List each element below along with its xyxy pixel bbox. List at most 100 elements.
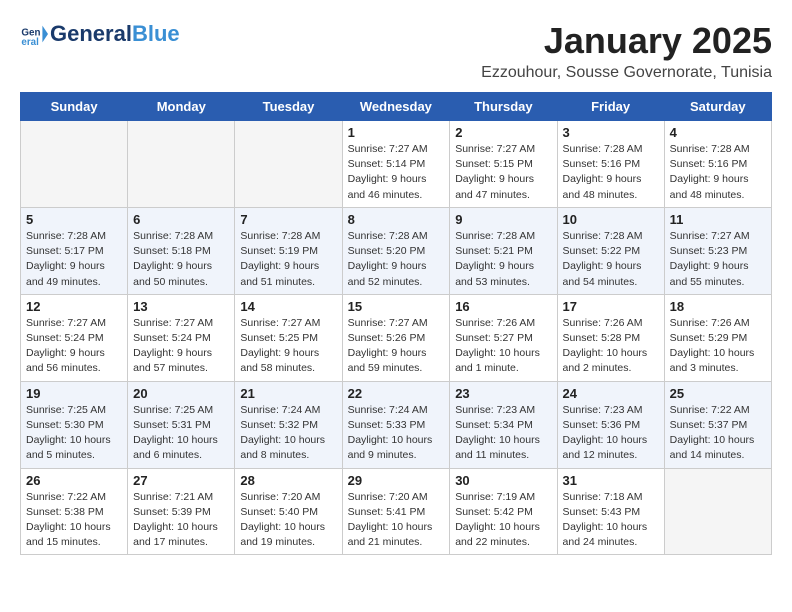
calendar-day-cell <box>664 468 771 555</box>
calendar-day-cell: 1 Sunrise: 7:27 AM Sunset: 5:14 PM Daylig… <box>342 121 450 208</box>
day-number: 17 <box>563 299 659 314</box>
day-sun-info: Sunrise: 7:23 AM Sunset: 5:34 PM Dayligh… <box>455 403 551 464</box>
day-number: 18 <box>670 299 766 314</box>
day-of-week-header: Friday <box>557 93 664 121</box>
calendar-day-cell: 4 Sunrise: 7:28 AM Sunset: 5:16 PM Daylig… <box>664 121 771 208</box>
day-sun-info: Sunrise: 7:28 AM Sunset: 5:22 PM Dayligh… <box>563 229 659 290</box>
day-number: 10 <box>563 212 659 227</box>
logo-blue-text: Blue <box>132 21 180 46</box>
day-sun-info: Sunrise: 7:22 AM Sunset: 5:37 PM Dayligh… <box>670 403 766 464</box>
day-sun-info: Sunrise: 7:26 AM Sunset: 5:29 PM Dayligh… <box>670 316 766 377</box>
calendar-week-row: 5 Sunrise: 7:28 AM Sunset: 5:17 PM Daylig… <box>21 207 772 294</box>
day-number: 23 <box>455 386 551 401</box>
logo-icon: Gen eral <box>20 20 48 48</box>
logo: Gen eral GeneralBlue <box>20 20 180 48</box>
day-sun-info: Sunrise: 7:28 AM Sunset: 5:16 PM Dayligh… <box>563 142 659 203</box>
day-number: 22 <box>348 386 445 401</box>
svg-text:eral: eral <box>21 37 39 48</box>
day-sun-info: Sunrise: 7:18 AM Sunset: 5:43 PM Dayligh… <box>563 490 659 551</box>
day-sun-info: Sunrise: 7:27 AM Sunset: 5:25 PM Dayligh… <box>240 316 336 377</box>
day-sun-info: Sunrise: 7:19 AM Sunset: 5:42 PM Dayligh… <box>455 490 551 551</box>
day-sun-info: Sunrise: 7:28 AM Sunset: 5:19 PM Dayligh… <box>240 229 336 290</box>
day-of-week-header: Wednesday <box>342 93 450 121</box>
day-number: 13 <box>133 299 229 314</box>
day-sun-info: Sunrise: 7:23 AM Sunset: 5:36 PM Dayligh… <box>563 403 659 464</box>
day-number: 14 <box>240 299 336 314</box>
day-sun-info: Sunrise: 7:22 AM Sunset: 5:38 PM Dayligh… <box>26 490 122 551</box>
day-number: 15 <box>348 299 445 314</box>
day-number: 6 <box>133 212 229 227</box>
day-sun-info: Sunrise: 7:28 AM Sunset: 5:21 PM Dayligh… <box>455 229 551 290</box>
day-number: 11 <box>670 212 766 227</box>
calendar-table: SundayMondayTuesdayWednesdayThursdayFrid… <box>20 92 772 555</box>
calendar-day-cell: 7 Sunrise: 7:28 AM Sunset: 5:19 PM Daylig… <box>235 207 342 294</box>
calendar-day-cell: 24 Sunrise: 7:23 AM Sunset: 5:36 PM Dayli… <box>557 381 664 468</box>
day-sun-info: Sunrise: 7:20 AM Sunset: 5:40 PM Dayligh… <box>240 490 336 551</box>
day-sun-info: Sunrise: 7:26 AM Sunset: 5:28 PM Dayligh… <box>563 316 659 377</box>
day-sun-info: Sunrise: 7:28 AM Sunset: 5:17 PM Dayligh… <box>26 229 122 290</box>
day-number: 3 <box>563 125 659 140</box>
day-sun-info: Sunrise: 7:27 AM Sunset: 5:24 PM Dayligh… <box>26 316 122 377</box>
calendar-day-cell: 27 Sunrise: 7:21 AM Sunset: 5:39 PM Dayli… <box>128 468 235 555</box>
calendar-day-cell: 21 Sunrise: 7:24 AM Sunset: 5:32 PM Dayli… <box>235 381 342 468</box>
calendar-day-cell <box>21 121 128 208</box>
day-sun-info: Sunrise: 7:28 AM Sunset: 5:16 PM Dayligh… <box>670 142 766 203</box>
day-sun-info: Sunrise: 7:27 AM Sunset: 5:14 PM Dayligh… <box>348 142 445 203</box>
day-sun-info: Sunrise: 7:26 AM Sunset: 5:27 PM Dayligh… <box>455 316 551 377</box>
calendar-day-cell: 14 Sunrise: 7:27 AM Sunset: 5:25 PM Dayli… <box>235 294 342 381</box>
day-number: 2 <box>455 125 551 140</box>
calendar-day-cell: 10 Sunrise: 7:28 AM Sunset: 5:22 PM Dayli… <box>557 207 664 294</box>
day-number: 16 <box>455 299 551 314</box>
day-sun-info: Sunrise: 7:24 AM Sunset: 5:32 PM Dayligh… <box>240 403 336 464</box>
day-number: 26 <box>26 473 122 488</box>
calendar-day-cell: 3 Sunrise: 7:28 AM Sunset: 5:16 PM Daylig… <box>557 121 664 208</box>
calendar-day-cell: 28Sunrise: 7:20 AM Sunset: 5:40 PM Dayli… <box>235 468 342 555</box>
day-number: 25 <box>670 386 766 401</box>
calendar-day-cell: 30Sunrise: 7:19 AM Sunset: 5:42 PM Dayli… <box>450 468 557 555</box>
calendar-day-cell: 31 Sunrise: 7:18 AM Sunset: 5:43 PM Dayli… <box>557 468 664 555</box>
location-subtitle: Ezzouhour, Sousse Governorate, Tunisia <box>481 64 772 82</box>
calendar-day-cell: 26 Sunrise: 7:22 AM Sunset: 5:38 PM Dayli… <box>21 468 128 555</box>
day-sun-info: Sunrise: 7:21 AM Sunset: 5:39 PM Dayligh… <box>133 490 229 551</box>
title-block: January 2025 Ezzouhour, Sousse Governora… <box>481 20 772 82</box>
day-sun-info: Sunrise: 7:25 AM Sunset: 5:30 PM Dayligh… <box>26 403 122 464</box>
calendar-day-cell: 9 Sunrise: 7:28 AM Sunset: 5:21 PM Daylig… <box>450 207 557 294</box>
calendar-day-cell: 25 Sunrise: 7:22 AM Sunset: 5:37 PM Dayli… <box>664 381 771 468</box>
calendar-day-cell: 5 Sunrise: 7:28 AM Sunset: 5:17 PM Daylig… <box>21 207 128 294</box>
calendar-day-cell: 19Sunrise: 7:25 AM Sunset: 5:30 PM Dayli… <box>21 381 128 468</box>
day-number: 20 <box>133 386 229 401</box>
day-sun-info: Sunrise: 7:27 AM Sunset: 5:23 PM Dayligh… <box>670 229 766 290</box>
calendar-day-cell: 8 Sunrise: 7:28 AM Sunset: 5:20 PM Daylig… <box>342 207 450 294</box>
calendar-day-cell: 12 Sunrise: 7:27 AM Sunset: 5:24 PM Dayli… <box>21 294 128 381</box>
calendar-day-cell: 2 Sunrise: 7:27 AM Sunset: 5:15 PM Daylig… <box>450 121 557 208</box>
day-number: 27 <box>133 473 229 488</box>
calendar-day-cell: 6 Sunrise: 7:28 AM Sunset: 5:18 PM Daylig… <box>128 207 235 294</box>
day-sun-info: Sunrise: 7:28 AM Sunset: 5:20 PM Dayligh… <box>348 229 445 290</box>
day-of-week-header: Sunday <box>21 93 128 121</box>
day-number: 21 <box>240 386 336 401</box>
day-number: 4 <box>670 125 766 140</box>
day-of-week-header: Thursday <box>450 93 557 121</box>
day-number: 12 <box>26 299 122 314</box>
calendar-day-cell: 23 Sunrise: 7:23 AM Sunset: 5:34 PM Dayli… <box>450 381 557 468</box>
calendar-day-cell <box>128 121 235 208</box>
calendar-day-cell: 11 Sunrise: 7:27 AM Sunset: 5:23 PM Dayli… <box>664 207 771 294</box>
day-number: 1 <box>348 125 445 140</box>
calendar-day-cell: 22Sunrise: 7:24 AM Sunset: 5:33 PM Dayli… <box>342 381 450 468</box>
day-number: 9 <box>455 212 551 227</box>
day-number: 7 <box>240 212 336 227</box>
day-sun-info: Sunrise: 7:27 AM Sunset: 5:26 PM Dayligh… <box>348 316 445 377</box>
day-of-week-header: Monday <box>128 93 235 121</box>
calendar-week-row: 26 Sunrise: 7:22 AM Sunset: 5:38 PM Dayli… <box>21 468 772 555</box>
day-sun-info: Sunrise: 7:27 AM Sunset: 5:24 PM Dayligh… <box>133 316 229 377</box>
day-number: 5 <box>26 212 122 227</box>
day-number: 8 <box>348 212 445 227</box>
day-sun-info: Sunrise: 7:28 AM Sunset: 5:18 PM Dayligh… <box>133 229 229 290</box>
calendar-week-row: 19Sunrise: 7:25 AM Sunset: 5:30 PM Dayli… <box>21 381 772 468</box>
page-header: Gen eral GeneralBlue January 2025 Ezzouh… <box>20 20 772 82</box>
logo-general-text: General <box>50 21 132 46</box>
day-number: 24 <box>563 386 659 401</box>
day-sun-info: Sunrise: 7:25 AM Sunset: 5:31 PM Dayligh… <box>133 403 229 464</box>
day-number: 31 <box>563 473 659 488</box>
day-sun-info: Sunrise: 7:27 AM Sunset: 5:15 PM Dayligh… <box>455 142 551 203</box>
